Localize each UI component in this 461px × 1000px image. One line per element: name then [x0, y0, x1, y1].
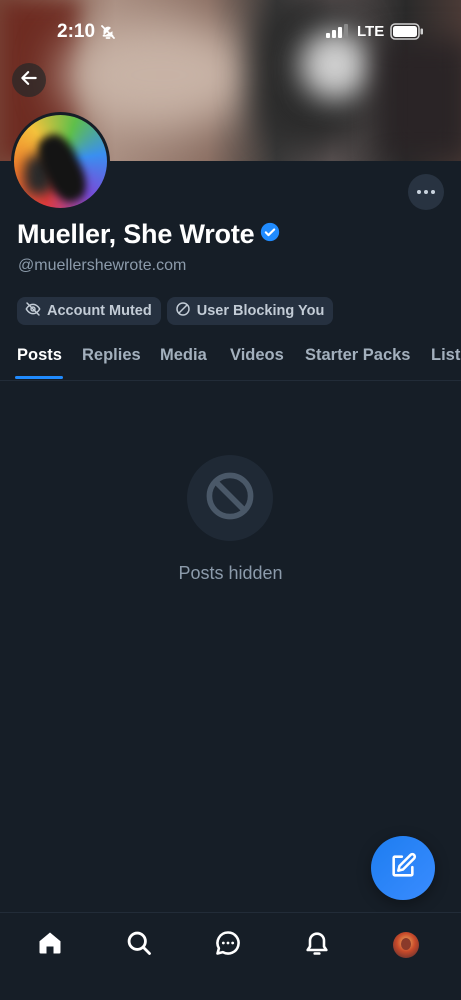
active-tab-indicator — [15, 376, 63, 379]
compose-icon — [389, 852, 417, 885]
eye-off-icon — [25, 301, 41, 321]
signal-icon — [326, 24, 350, 43]
verified-badge-icon[interactable] — [260, 222, 280, 247]
empty-state-icon-container — [187, 455, 273, 541]
compose-button[interactable] — [371, 836, 435, 900]
nav-profile[interactable] — [391, 930, 421, 960]
back-button[interactable] — [12, 63, 46, 97]
tab-lists[interactable]: Lists — [431, 346, 461, 365]
network-label: LTE — [357, 23, 385, 40]
nav-search[interactable] — [124, 930, 154, 960]
prohibited-icon — [204, 470, 256, 527]
status-bar: 2:10 LTE — [0, 0, 461, 62]
moderation-chips: Account Muted User Blocking You — [17, 297, 334, 325]
avatar-icon — [393, 932, 419, 958]
battery-icon — [390, 23, 424, 45]
profile-avatar[interactable] — [11, 112, 110, 211]
bell-icon — [303, 929, 331, 962]
status-time: 2:10 — [57, 21, 96, 42]
arrow-left-icon — [19, 68, 39, 93]
account-muted-chip[interactable]: Account Muted — [17, 297, 161, 325]
account-muted-label: Account Muted — [47, 303, 152, 319]
tab-starter-packs[interactable]: Starter Packs — [305, 346, 411, 365]
block-icon — [175, 301, 191, 321]
nav-notifications[interactable] — [302, 930, 332, 960]
ellipsis-icon — [417, 190, 435, 194]
bell-off-icon — [99, 23, 117, 46]
home-icon — [36, 929, 64, 962]
nav-home[interactable] — [35, 930, 65, 960]
empty-state-text: Posts hidden — [178, 563, 283, 583]
profile-tabs: Posts Replies Media Videos Starter Packs… — [0, 341, 461, 381]
nav-chat[interactable] — [213, 930, 243, 960]
tab-videos[interactable]: Videos — [230, 346, 284, 365]
tab-replies[interactable]: Replies — [82, 346, 141, 365]
bottom-navigation — [0, 912, 461, 1000]
user-blocking-chip[interactable]: User Blocking You — [166, 297, 334, 325]
display-name: Mueller, She Wrote — [17, 219, 255, 249]
tab-posts[interactable]: Posts — [17, 346, 62, 365]
profile-handle: @muellershewrote.com — [18, 257, 187, 274]
chat-icon — [214, 929, 242, 962]
tab-media[interactable]: Media — [160, 346, 207, 365]
more-options-button[interactable] — [408, 174, 444, 210]
search-icon — [125, 929, 153, 962]
user-blocking-label: User Blocking You — [196, 303, 325, 319]
display-name-row: Mueller, She Wrote — [17, 219, 280, 250]
